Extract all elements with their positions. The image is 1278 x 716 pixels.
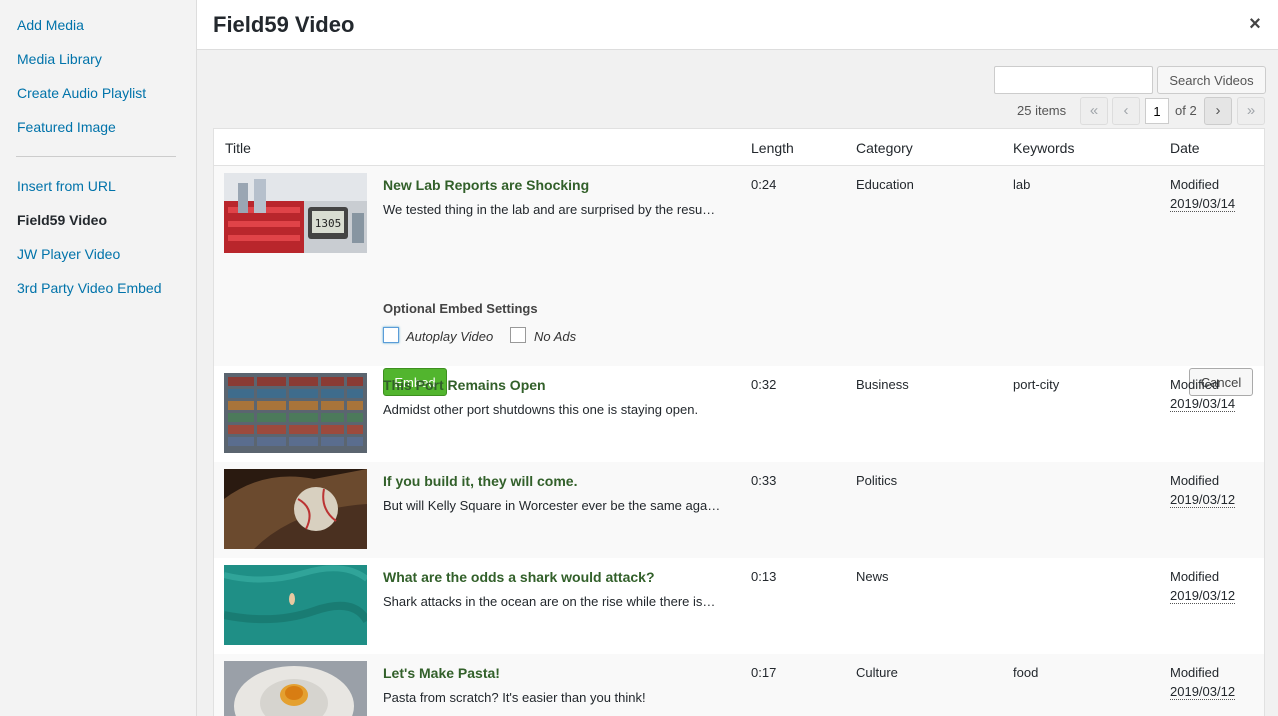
ocean-swimmer-thumbnail[interactable]: [224, 565, 367, 645]
date-label: Modified: [1170, 569, 1220, 584]
menu-item-insert-from-url[interactable]: Insert from URL: [17, 178, 116, 194]
table-row[interactable]: If you build it, they will come. But wil…: [214, 462, 1264, 558]
video-description: Admidst other port shutdowns this one is…: [383, 402, 699, 417]
main-panel: Field59 Video × Search Videos 25 items «…: [197, 0, 1278, 716]
next-page-button[interactable]: ›: [1204, 97, 1232, 125]
video-title-link[interactable]: If you build it, they will come.: [383, 473, 577, 489]
video-category: Politics: [856, 473, 898, 488]
table-row[interactable]: Let's Make Pasta! Pasta from scratch? It…: [214, 654, 1264, 716]
date-label: Modified: [1170, 377, 1220, 392]
menu-item-jw-player-video[interactable]: JW Player Video: [17, 246, 120, 262]
video-description: But will Kelly Square in Worcester ever …: [383, 498, 721, 513]
video-description: We tested thing in the lab and are surpr…: [383, 202, 716, 217]
video-description: Shark attacks in the ocean are on the ri…: [383, 594, 716, 609]
videos-table: Title Length Category Keywords Date 1305…: [213, 128, 1265, 716]
video-keywords: port-city: [1013, 377, 1060, 392]
video-category: Business: [856, 377, 909, 392]
table-row[interactable]: 1305 New Lab Reports are Shocking We tes…: [214, 166, 1264, 396]
date-label: Modified: [1170, 473, 1220, 488]
menu-item-featured-image[interactable]: Featured Image: [17, 119, 116, 135]
menu-item-3rd-party-video-embed[interactable]: 3rd Party Video Embed: [17, 280, 162, 296]
autoplay-label: Autoplay Video: [406, 329, 494, 344]
header-keywords: Keywords: [1013, 140, 1075, 156]
shipping-containers-thumbnail[interactable]: [224, 373, 367, 453]
menu-separator: [16, 156, 176, 157]
video-date: 2019/03/12: [1170, 684, 1236, 700]
total-pages: of 2: [1175, 103, 1197, 118]
video-title-link[interactable]: Let's Make Pasta!: [383, 665, 500, 681]
media-modal: Add Media Media Library Create Audio Pla…: [0, 0, 1278, 716]
lab-timer-thumbnail[interactable]: 1305: [224, 173, 367, 253]
svg-text:1305: 1305: [315, 217, 342, 230]
video-length: 0:33: [751, 473, 777, 488]
search-videos-button[interactable]: Search Videos: [1157, 66, 1266, 94]
prev-page-icon: ‹: [1112, 97, 1140, 125]
table-row[interactable]: This Port Remains Open Admidst other por…: [214, 366, 1264, 462]
header-length: Length: [751, 140, 794, 156]
header-title: Title: [225, 140, 251, 156]
baseball-glove-thumbnail[interactable]: [224, 469, 367, 549]
video-length: 0:17: [751, 665, 777, 680]
header-date: Date: [1170, 140, 1200, 156]
flour-egg-thumbnail[interactable]: [224, 661, 367, 716]
no-ads-checkbox[interactable]: [510, 327, 526, 343]
video-keywords: lab: [1013, 177, 1031, 192]
video-length: 0:32: [751, 377, 777, 392]
video-length: 0:13: [751, 569, 777, 584]
modal-title: Field59 Video: [213, 12, 355, 37]
media-menu-sidebar: Add Media Media Library Create Audio Pla…: [0, 0, 197, 716]
video-date: 2019/03/14: [1170, 196, 1236, 212]
video-date: 2019/03/12: [1170, 588, 1236, 604]
modal-header: Field59 Video ×: [197, 0, 1278, 50]
no-ads-label: No Ads: [534, 329, 577, 344]
embed-settings-heading: Optional Embed Settings: [383, 301, 538, 316]
video-description: Pasta from scratch? It's easier than you…: [383, 690, 646, 705]
date-label: Modified: [1170, 665, 1220, 680]
video-category: Culture: [856, 665, 898, 680]
video-title-link[interactable]: What are the odds a shark would attack?: [383, 569, 655, 585]
search-input[interactable]: [994, 66, 1153, 94]
menu-item-media-library[interactable]: Media Library: [17, 51, 102, 67]
video-length: 0:24: [751, 177, 777, 192]
header-category: Category: [856, 140, 913, 156]
menu-item-field59-video[interactable]: Field59 Video: [17, 212, 107, 228]
close-icon[interactable]: ×: [1246, 14, 1264, 34]
first-page-icon: «: [1080, 97, 1108, 125]
video-title-link[interactable]: This Port Remains Open: [383, 377, 546, 393]
last-page-icon: »: [1237, 97, 1265, 125]
video-category: News: [856, 569, 889, 584]
video-title-link[interactable]: New Lab Reports are Shocking: [383, 177, 589, 193]
video-date: 2019/03/12: [1170, 492, 1236, 508]
date-label: Modified: [1170, 177, 1220, 192]
current-page-input[interactable]: [1145, 98, 1169, 124]
menu-item-add-media[interactable]: Add Media: [17, 17, 84, 33]
table-row[interactable]: What are the odds a shark would attack? …: [214, 558, 1264, 654]
items-count: 25 items: [1017, 103, 1067, 118]
video-date: 2019/03/14: [1170, 396, 1236, 412]
video-category: Education: [856, 177, 914, 192]
autoplay-checkbox[interactable]: [383, 327, 399, 343]
menu-item-create-audio-playlist[interactable]: Create Audio Playlist: [17, 85, 146, 101]
video-keywords: food: [1013, 665, 1039, 680]
